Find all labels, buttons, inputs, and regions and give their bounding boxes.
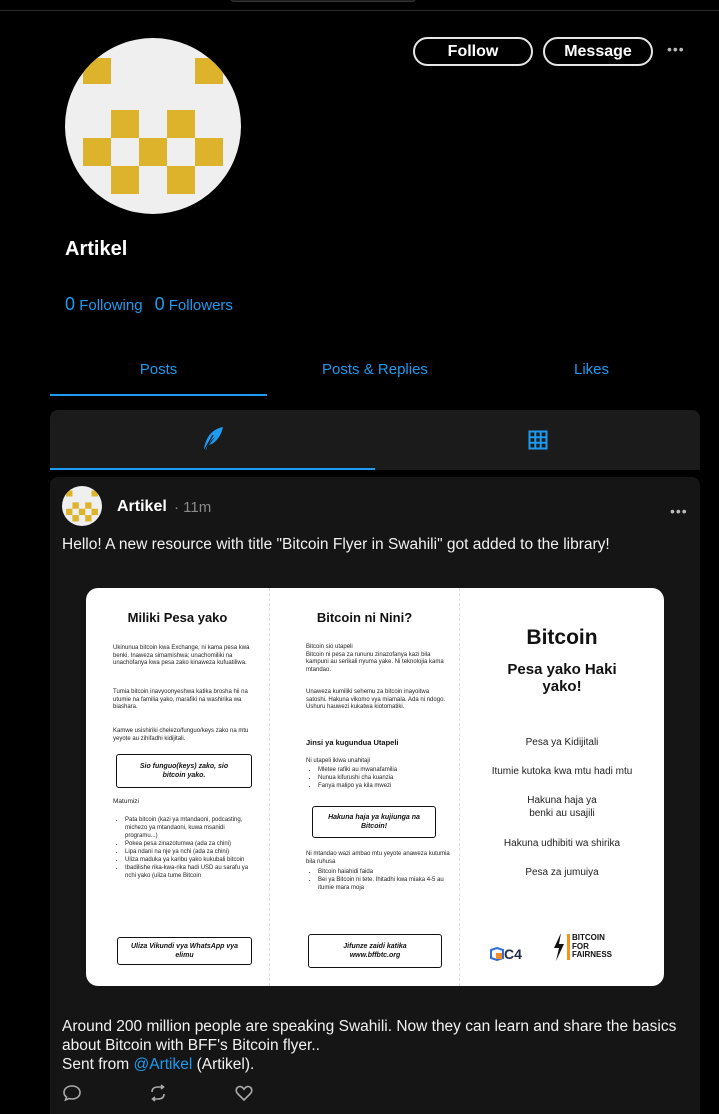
profile-name: Artikel xyxy=(65,238,128,260)
flyer-col1-p2: Tumia bitcoin inavyoonyeshwa katika bros… xyxy=(113,689,248,710)
top-bar xyxy=(0,0,719,11)
c4-logo-text: C4 xyxy=(504,946,522,962)
following-label: Following xyxy=(79,297,143,314)
post-avatar[interactable] xyxy=(62,486,102,526)
flyer-col2-footer-box: Jifunze zaidi katika www.bffbtc.org xyxy=(308,934,442,968)
flyer-column-2: Bitcoin ni Nini? Bitcoin sio utapeli Bit… xyxy=(269,588,459,986)
flyer-col2-list2-item: Bitcoin haiahidi faida xyxy=(318,868,451,876)
post-text: Hello! A new resource with title "Bitcoi… xyxy=(62,536,610,553)
grid-view-tab[interactable] xyxy=(375,410,700,470)
post-timestamp[interactable]: · 11m xyxy=(174,499,211,516)
flyer-col1-box: Sio funguo(keys) zako, sio bitcoin yako. xyxy=(116,754,252,788)
top-pill xyxy=(230,0,416,2)
flyer-col1-heading: Miliki Pesa yako xyxy=(127,610,228,625)
flyer-col2-p2: Unaweza kumiliki sehemu za bitcoin inayo… xyxy=(306,689,446,710)
follow-button[interactable]: Follow xyxy=(413,37,533,66)
flyer-image[interactable]: Miliki Pesa yako Ukinunua bitcoin kwa Ex… xyxy=(86,588,664,986)
followers-count: 0 xyxy=(154,294,165,314)
flyer-col2-list-item: Fanya malipo ya kila mwezi xyxy=(318,782,451,790)
flyer-col2-list-item: Nunua kifurushi cha kuanzia xyxy=(318,774,451,782)
flyer-col1-footer-box: Uliza Vikundi vya WhatsApp vya elimu xyxy=(117,937,252,965)
flyer-col2-box: Hakuna haja ya kujiunga na Bitcoin! xyxy=(312,806,436,838)
profile-avatar xyxy=(65,38,241,214)
view-toggle xyxy=(50,410,700,470)
flyer-col3-item: Pesa ya Kidijitali xyxy=(525,737,599,748)
flyer-col1-p3: Kamwe usishiriki chelezo/funguo/keys zak… xyxy=(113,728,249,742)
flyer-col2-list: Mletee rafiki au mwanafamilia Nunua kifu… xyxy=(306,766,451,790)
flyer-col2-heading: Bitcoin ni Nini? xyxy=(316,610,413,625)
bff-logo-line: FAIRNESS xyxy=(567,950,612,960)
post-card[interactable]: Artikel · 11m ••• Hello! A new resource … xyxy=(50,477,700,1114)
followers-link[interactable]: 0 Followers xyxy=(154,294,233,314)
following-count: 0 xyxy=(65,294,76,314)
flyer-col1-list-item: Pata bitcoin (kazi ya mtandaoni, podcast… xyxy=(125,816,259,840)
tab-posts[interactable]: Posts xyxy=(50,352,267,396)
flyer-col1-list-item: Pokea pesa zinazotumwa (ada za chini) xyxy=(125,840,259,848)
followers-label: Followers xyxy=(168,297,233,314)
post-more-icon[interactable]: ••• xyxy=(670,503,688,519)
repost-icon[interactable] xyxy=(148,1083,168,1103)
feather-icon xyxy=(202,427,223,452)
tab-posts-replies[interactable]: Posts & Replies xyxy=(267,352,483,396)
profile-more-icon[interactable]: ••• xyxy=(667,41,685,57)
flyer-col2-lead: Ni utapeli ikiwa unahitaji xyxy=(306,758,371,764)
flyer-column-1: Miliki Pesa yako Ukinunua bitcoin kwa Ex… xyxy=(86,588,269,986)
flyer-col2-p1: Bitcoin sio utapeli Bitcoin ni pesa za r… xyxy=(306,644,444,673)
grid-icon xyxy=(528,430,547,450)
flyer-col1-p1: Ukinunua bitcoin kwa Exchange, ni kama p… xyxy=(113,645,250,666)
flyer-col3-item: Hakuna haja ya benki au usajili xyxy=(527,795,597,819)
feed-view-tab[interactable] xyxy=(50,410,375,470)
flyer-col1-list-item: Ibadilishe rika-kwa-rika hadi USD au sar… xyxy=(125,864,259,880)
bff-logo: BITCOIN FOR FAIRNESS xyxy=(554,933,612,961)
flyer-col3-item: Itumie kutoka kwa mtu hadi mtu xyxy=(491,766,633,777)
flyer-col1-list: Pata bitcoin (kazi ya mtandaoni, podcast… xyxy=(113,816,259,880)
message-button[interactable]: Message xyxy=(543,37,653,66)
post-sent-from: Sent from @Artikel (Artikel). xyxy=(62,1055,692,1074)
sent-from-prefix: Sent from xyxy=(62,1056,134,1073)
flyer-col2-list2: Bitcoin haiahidi faida Bei ya Bitcoin ni… xyxy=(306,868,451,892)
tab-likes[interactable]: Likes xyxy=(483,352,700,396)
flyer-col2-list-item: Mletee rafiki au mwanafamilia xyxy=(318,766,451,774)
flyer-col2-subheading: Jinsi ya kugundua Utapeli xyxy=(306,738,399,747)
profile-tabs: Posts Posts & Replies Likes xyxy=(50,352,700,396)
c4-logo: C4 xyxy=(490,946,522,962)
flyer-col2-p3: Ni mtandao wazi ambao mtu yeyote anaweza… xyxy=(306,851,450,865)
flyer-column-3: Bitcoin Pesa yako Haki yako! Pesa ya Kid… xyxy=(459,588,664,986)
sent-from-suffix: (Artikel). xyxy=(192,1056,255,1073)
flyer-col1-list-item: Lipa ndani na nje ya nchi (ada za chini) xyxy=(125,848,259,856)
like-icon[interactable] xyxy=(234,1083,254,1103)
flyer-col3-title: Bitcoin xyxy=(526,626,598,649)
flyer-col1-list-title: Matumizi xyxy=(113,798,140,805)
post-body-text: Around 200 million people are speaking S… xyxy=(62,1018,677,1054)
flyer-col3-item: Hakuna udhibiti wa shirika xyxy=(503,838,621,849)
post-body: Around 200 million people are speaking S… xyxy=(62,1017,692,1074)
c4-mark-icon xyxy=(490,946,504,962)
post-author[interactable]: Artikel xyxy=(117,498,167,516)
post-actions xyxy=(62,1083,362,1103)
following-link[interactable]: 0 Following xyxy=(65,294,143,314)
flyer-col1-list-item: Uliza maduka ya karibu yako kukubali bit… xyxy=(125,856,259,864)
reply-icon[interactable] xyxy=(62,1083,82,1103)
flyer-col3-item: Pesa za jumuiya xyxy=(525,867,599,878)
flyer-col3-subtitle: Pesa yako Haki yako! xyxy=(507,661,617,695)
profile-stats: 0 Following 0 Followers xyxy=(65,294,233,315)
lightning-icon xyxy=(554,933,564,961)
flyer-col2-list2-item: Bei ya Bitcoin ni tete. Ihitadhi kwa mia… xyxy=(318,876,451,892)
mention-link[interactable]: @Artikel xyxy=(134,1056,193,1073)
